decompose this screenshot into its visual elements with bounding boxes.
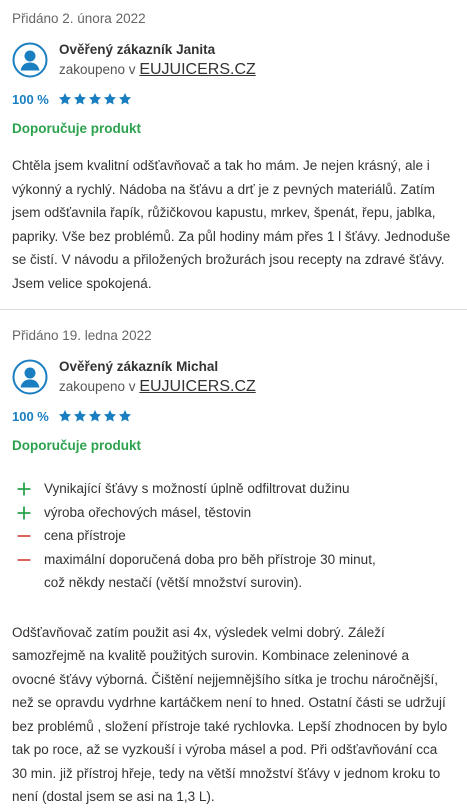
- star-icon: [73, 410, 86, 422]
- review-author: Ověřený zákazník Janita zakoupeno v EUJU…: [12, 40, 455, 80]
- star-icon: [103, 93, 116, 105]
- star-icon: [118, 410, 131, 422]
- con-item: maximální doporučená doba pro běh přístr…: [12, 548, 455, 595]
- star-icon: [58, 410, 71, 422]
- con-text: maximální doporučená doba pro běh přístr…: [44, 551, 376, 591]
- star-icon: [103, 410, 116, 422]
- plus-icon: [17, 482, 31, 496]
- rating-percent: 100 %: [12, 408, 49, 424]
- review-card: Přidáno 19. ledna 2022 Ověřený zákazník …: [0, 309, 467, 809]
- star-icon: [58, 93, 71, 105]
- star-icon: [88, 410, 101, 422]
- star-icon: [118, 93, 131, 105]
- review-author: Ověřený zákazník Michal zakoupeno v EUJU…: [12, 357, 455, 397]
- review-text: Chtěla jsem kvalitní odšťavňovač a tak h…: [12, 158, 451, 291]
- minus-icon: [17, 558, 31, 561]
- shop-link[interactable]: EUJUICERS.CZ: [139, 378, 255, 395]
- rating: 100 %: [12, 90, 455, 108]
- con-item: cena přístroje: [12, 524, 455, 548]
- shop-link[interactable]: EUJUICERS.CZ: [139, 61, 255, 78]
- star-rating: [58, 92, 133, 106]
- pro-item: Vynikající šťávy s možností úplně odfilt…: [12, 477, 455, 501]
- con-text: cena přístroje: [44, 528, 126, 543]
- rating: 100 %: [12, 407, 455, 425]
- pros-cons-list: Vynikající šťávy s možností úplně odfilt…: [12, 477, 455, 595]
- pro-text: výroba ořechových másel, těstovin: [44, 504, 252, 520]
- author-name: Ověřený zákazník Michal: [59, 359, 219, 374]
- plus-icon: [17, 506, 31, 519]
- minus-icon: [17, 535, 31, 537]
- recommend-label: Doporučuje produkt: [12, 438, 141, 453]
- star-rating: [58, 409, 133, 423]
- review-date: Přidáno 19. ledna 2022: [12, 328, 152, 343]
- author-name: Ověřený zákazník Janita: [59, 42, 216, 57]
- star-icon: [88, 93, 101, 105]
- pro-text: Vynikající šťávy s možností úplně odfilt…: [44, 481, 350, 496]
- review-text: Odšťavňovač zatím použit asi 4x, výslede…: [12, 624, 448, 805]
- review-card: Přidáno 2. února 2022 Ověřený zákazník J…: [0, 0, 467, 309]
- pro-item: výroba ořechových másel, těstovin: [12, 501, 455, 525]
- star-icon: [73, 93, 86, 105]
- bought-prefix: zakoupeno v: [59, 62, 140, 77]
- user-avatar-icon: [12, 359, 48, 395]
- recommend-label: Doporučuje produkt: [12, 121, 141, 136]
- rating-percent: 100 %: [12, 91, 49, 107]
- user-avatar-icon: [12, 42, 48, 78]
- review-date: Přidáno 2. února 2022: [12, 11, 146, 26]
- bought-prefix: zakoupeno v: [59, 379, 140, 394]
